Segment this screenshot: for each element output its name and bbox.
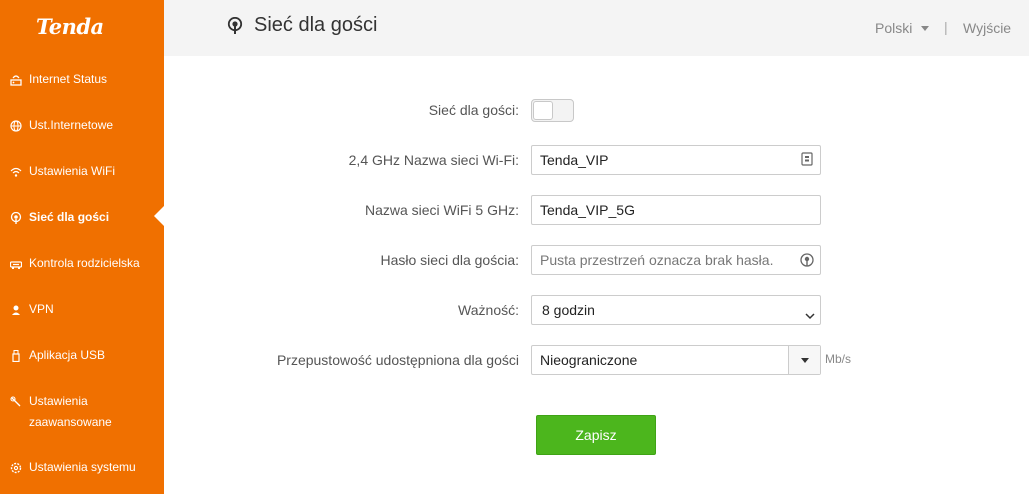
caret-down-icon	[801, 358, 809, 363]
sidebar-item-label: Internet Status	[29, 72, 108, 86]
guest-network-toggle[interactable]	[531, 99, 574, 122]
sidebar-item-internet-settings[interactable]: Ust.Internetowe	[10, 118, 160, 136]
guest-network-label: Sieć dla gości:	[428, 102, 519, 118]
bandwidth-unit: Mb/s	[825, 352, 852, 366]
sidebar-item-internet-status[interactable]: Internet Status	[10, 72, 160, 90]
active-item-pointer	[154, 206, 164, 226]
sidebar-item-label: Ustawienia systemu	[29, 460, 136, 474]
sidebar-item-wifi-settings[interactable]: Ustawienia WiFi	[10, 164, 160, 182]
language-label: Polski	[875, 20, 913, 36]
ssid-24-label: 2,4 GHz Nazwa sieci Wi-Fi:	[348, 152, 519, 168]
bandwidth-value: Nieograniczone	[540, 352, 638, 368]
keyboard-icon[interactable]	[800, 152, 814, 166]
language-select[interactable]: Polski	[875, 20, 930, 36]
validity-label: Ważność:	[458, 302, 519, 318]
wrench-icon	[10, 396, 22, 408]
parental-control-icon	[10, 258, 22, 270]
wifi-icon	[10, 166, 22, 178]
guest-network-form: Sieć dla gości: 2,4 GHz Nazwa sieci Wi-F…	[164, 56, 1029, 494]
caret-down-icon	[921, 25, 930, 31]
guest-password-label: Hasło sieci dla gościa:	[380, 252, 519, 268]
validity-value: 8 godzin	[542, 302, 595, 318]
globe-icon	[10, 120, 22, 132]
sidebar-item-label: Ustawienia zaawansowane	[29, 394, 112, 429]
header-separator: |	[944, 19, 948, 35]
sidebar-item-guest-network[interactable]: Sieć dla gości	[10, 210, 160, 228]
validity-select[interactable]: 8 godzin	[531, 295, 821, 325]
ssid-24-input[interactable]	[531, 145, 821, 175]
bandwidth-dropdown-button[interactable]	[788, 346, 820, 374]
sidebar: Tenda Internet Status Ust.Internetowe Us…	[0, 0, 164, 494]
gear-icon	[10, 462, 22, 474]
sidebar-item-label: Sieć dla gości	[29, 210, 110, 224]
sidebar-item-advanced-settings[interactable]: Ustawienia zaawansowane	[10, 394, 160, 433]
bandwidth-label: Przepustowość udostępniona dla gości	[276, 352, 519, 368]
sidebar-item-usb-application[interactable]: Aplikacja USB	[10, 348, 160, 366]
sidebar-item-label: Ustawienia WiFi	[29, 164, 116, 178]
sidebar-item-label: Kontrola rodzicielska	[29, 256, 140, 270]
vpn-icon	[10, 304, 22, 316]
bandwidth-combo[interactable]: Nieograniczone	[531, 345, 821, 375]
sidebar-item-parental-control[interactable]: Kontrola rodzicielska	[10, 256, 160, 274]
usb-icon	[10, 350, 22, 362]
show-password-icon[interactable]	[800, 253, 814, 267]
ssid-5-label: Nazwa sieci WiFi 5 GHz:	[364, 202, 519, 218]
guest-network-icon	[227, 16, 243, 35]
page-title: Sieć dla gości	[254, 14, 378, 36]
save-button[interactable]: Zapisz	[536, 415, 656, 455]
guest-password-input[interactable]	[531, 245, 821, 275]
sidebar-item-label: Ust.Internetowe	[29, 118, 114, 132]
sidebar-item-label: Aplikacja USB	[29, 348, 106, 362]
sidebar-item-system-settings[interactable]: Ustawienia systemu	[10, 460, 160, 478]
logout-link[interactable]: Wyjście	[963, 20, 1011, 36]
chevron-down-icon	[804, 303, 816, 320]
router-icon	[10, 74, 22, 86]
sidebar-item-label: VPN	[29, 302, 54, 316]
sidebar-item-vpn[interactable]: VPN	[10, 302, 160, 320]
guest-network-icon	[10, 212, 22, 224]
tenda-logo: Tenda	[36, 14, 104, 39]
ssid-5-input[interactable]	[531, 195, 821, 225]
toggle-knob	[533, 101, 553, 120]
header: Sieć dla gości Polski | Wyjście	[164, 0, 1029, 56]
